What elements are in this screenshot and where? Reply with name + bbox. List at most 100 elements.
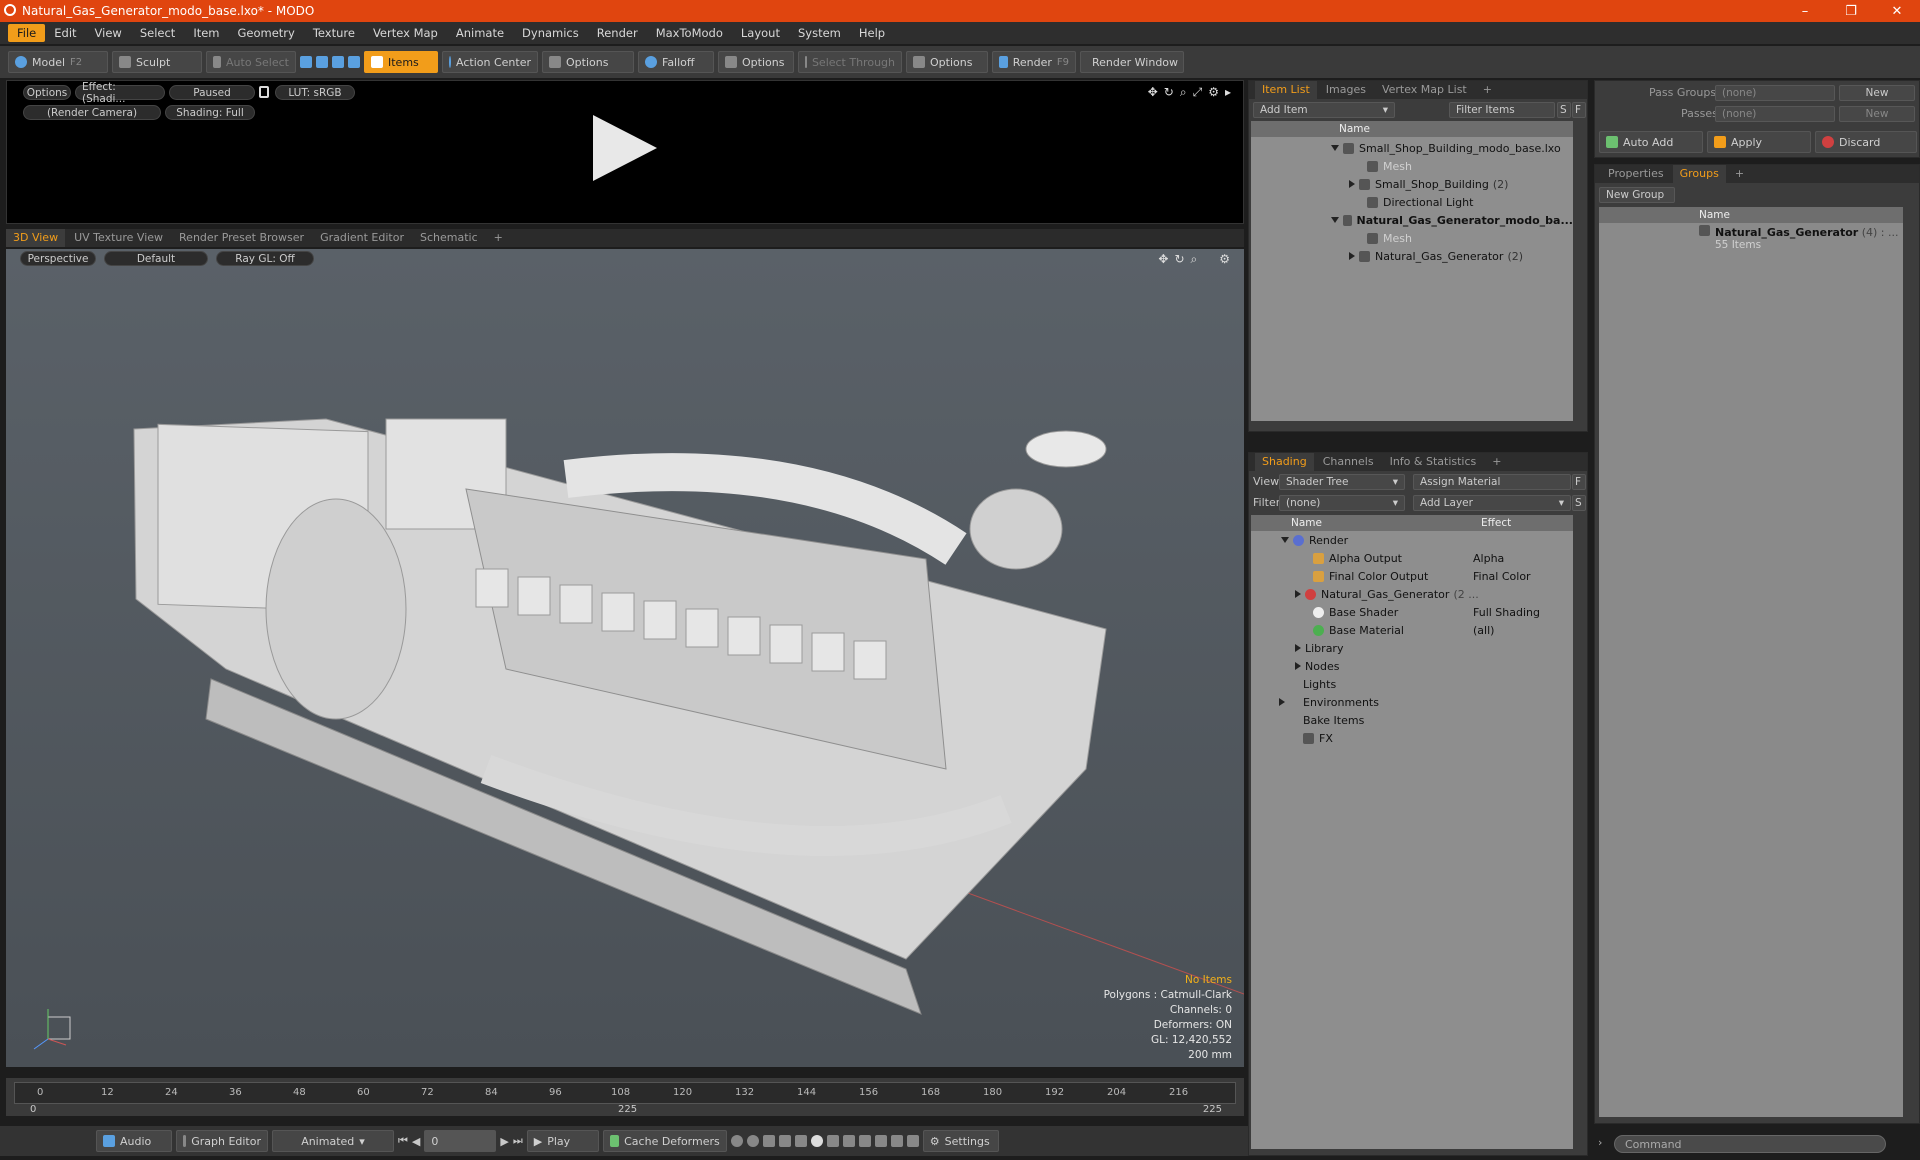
menu-vertex-map[interactable]: Vertex Map bbox=[364, 24, 447, 42]
shader-row[interactable]: Render bbox=[1251, 531, 1573, 549]
preview-paused-button[interactable]: Paused bbox=[169, 85, 255, 100]
discard-button[interactable]: Discard bbox=[1815, 131, 1917, 153]
apply-button[interactable]: Apply bbox=[1707, 131, 1811, 153]
falloff-button[interactable]: Falloff bbox=[638, 51, 714, 73]
tab-info-statistics[interactable]: Info & Statistics bbox=[1383, 453, 1484, 471]
assign-material-button[interactable]: Assign Material bbox=[1413, 474, 1571, 490]
play-icon[interactable] bbox=[593, 115, 657, 181]
expand-icon[interactable] bbox=[1281, 537, 1289, 543]
play-button[interactable]: ▶ Play bbox=[526, 1130, 599, 1152]
tab-vertex-map-list[interactable]: Vertex Map List bbox=[1375, 81, 1474, 99]
materials-mode-icon[interactable] bbox=[348, 56, 360, 68]
tree-row[interactable]: Directional Light bbox=[1251, 193, 1573, 211]
passes-dropdown[interactable]: (none) bbox=[1715, 106, 1835, 122]
expand-icon[interactable] bbox=[1295, 662, 1301, 670]
menu-texture[interactable]: Texture bbox=[304, 24, 364, 42]
preview-effect-dropdown[interactable]: Effect: (Shadi... bbox=[75, 81, 165, 105]
key-all-icon[interactable] bbox=[826, 1135, 839, 1147]
filter-icon[interactable] bbox=[906, 1135, 919, 1147]
menu-item[interactable]: Item bbox=[184, 24, 228, 42]
model-mode-button[interactable]: Model F2 bbox=[8, 51, 108, 73]
menu-dynamics[interactable]: Dynamics bbox=[513, 24, 588, 42]
prev-key-icon[interactable] bbox=[762, 1135, 775, 1147]
action-center-button[interactable]: Action Center bbox=[442, 51, 538, 73]
loop-icon[interactable] bbox=[874, 1135, 887, 1147]
shader-row[interactable]: Base Shader Full Shading bbox=[1251, 603, 1573, 621]
close-button[interactable]: ✕ bbox=[1874, 0, 1920, 22]
shader-row[interactable]: Natural_Gas_Generator (2 ... bbox=[1251, 585, 1573, 603]
tab-item-list[interactable]: Item List bbox=[1255, 81, 1317, 99]
auto-key-icon[interactable] bbox=[746, 1135, 759, 1147]
filter-f-button[interactable]: F bbox=[1572, 474, 1586, 490]
step-forward-icon[interactable]: ▶ bbox=[500, 1135, 508, 1148]
sync-icon[interactable] bbox=[890, 1135, 903, 1147]
sculpt-mode-button[interactable]: Sculpt bbox=[112, 51, 202, 73]
add-tab-button[interactable]: + bbox=[487, 229, 510, 247]
items-mode-button[interactable]: Items bbox=[364, 51, 438, 73]
command-input[interactable]: Command bbox=[1614, 1135, 1886, 1153]
next-frame-icon[interactable] bbox=[858, 1135, 871, 1147]
shader-row[interactable]: Nodes bbox=[1251, 657, 1573, 675]
tree-row[interactable]: Small_Shop_Building (2) bbox=[1251, 175, 1573, 193]
row-effect[interactable]: Final Color bbox=[1473, 570, 1531, 583]
add-item-dropdown[interactable]: Add Item ▾ bbox=[1253, 102, 1395, 118]
filter-f-button[interactable]: F bbox=[1572, 102, 1586, 118]
menu-geometry[interactable]: Geometry bbox=[229, 24, 304, 42]
expand-icon[interactable] bbox=[1295, 644, 1301, 652]
menu-maxtomodo[interactable]: MaxToModo bbox=[647, 24, 732, 42]
prev-frame-icon[interactable] bbox=[842, 1135, 855, 1147]
render-preview[interactable]: Options Effect: (Shadi... Paused LUT: sR… bbox=[6, 80, 1244, 224]
menu-edit[interactable]: Edit bbox=[45, 24, 85, 42]
preview-shading-dropdown[interactable]: Shading: Full bbox=[165, 105, 255, 120]
name-column-header[interactable]: Name bbox=[1291, 517, 1481, 529]
arrow-right-icon[interactable]: ▸ bbox=[1225, 85, 1231, 100]
filter-items-input[interactable]: Filter Items bbox=[1449, 102, 1555, 118]
tree-row[interactable]: Mesh bbox=[1251, 157, 1573, 175]
record-key-icon[interactable] bbox=[730, 1135, 743, 1147]
select-through-button[interactable]: Select Through bbox=[798, 51, 902, 73]
expand-icon[interactable] bbox=[1331, 145, 1339, 151]
cache-deformers-button[interactable]: Cache Deformers bbox=[602, 1130, 727, 1152]
gear-icon[interactable]: ⚙ bbox=[1208, 85, 1219, 100]
lock-icon[interactable] bbox=[259, 86, 269, 98]
group-item[interactable]: Natural_Gas_Generator (4) : ... 55 Items bbox=[1699, 225, 1899, 251]
effect-column-header[interactable]: Effect bbox=[1481, 517, 1511, 529]
search-s-button[interactable]: S bbox=[1557, 102, 1571, 118]
tab-images[interactable]: Images bbox=[1319, 81, 1373, 99]
shader-row[interactable]: Final Color Output Final Color bbox=[1251, 567, 1573, 585]
edges-mode-icon[interactable] bbox=[316, 56, 328, 68]
preview-camera-dropdown[interactable]: (Render Camera) bbox=[23, 105, 161, 120]
add-layer-dropdown[interactable]: Add Layer ▾ bbox=[1413, 495, 1571, 511]
add-tab-button[interactable]: + bbox=[1485, 453, 1508, 471]
record-icon[interactable] bbox=[810, 1135, 823, 1147]
key-icon[interactable] bbox=[794, 1135, 807, 1147]
name-column-header[interactable]: Name bbox=[1339, 123, 1370, 135]
tab-shading[interactable]: Shading bbox=[1255, 453, 1314, 471]
groups-list[interactable]: Name Natural_Gas_Generator (4) : ... 55 … bbox=[1599, 207, 1903, 1117]
timeline-ruler[interactable]: 0 12 24 36 48 60 72 84 96 108 120 132 14… bbox=[14, 1082, 1236, 1104]
expand-icon[interactable] bbox=[1331, 217, 1339, 223]
audio-button[interactable]: Audio bbox=[96, 1130, 172, 1152]
menu-animate[interactable]: Animate bbox=[447, 24, 513, 42]
add-tab-button[interactable]: + bbox=[1728, 165, 1751, 183]
expand-icon[interactable] bbox=[1349, 180, 1355, 188]
shader-row[interactable]: Bake Items bbox=[1251, 711, 1573, 729]
render-button[interactable]: Render F9 bbox=[992, 51, 1076, 73]
vertices-mode-icon[interactable] bbox=[300, 56, 312, 68]
skip-to-end-icon[interactable]: ⏭ bbox=[513, 1134, 523, 1148]
tree-row[interactable]: Natural_Gas_Generator (2) bbox=[1251, 247, 1573, 265]
select-through-options-button[interactable]: Options bbox=[906, 51, 988, 73]
name-column-header[interactable]: Name bbox=[1699, 209, 1730, 221]
menu-render[interactable]: Render bbox=[588, 24, 647, 42]
expand-icon[interactable] bbox=[1279, 698, 1285, 706]
range-end[interactable]: 225 bbox=[1203, 1104, 1222, 1115]
row-effect[interactable]: Full Shading bbox=[1473, 606, 1540, 619]
tree-row[interactable]: Mesh bbox=[1251, 229, 1573, 247]
menu-view[interactable]: View bbox=[86, 24, 131, 42]
search-s-button[interactable]: S bbox=[1572, 495, 1586, 511]
tab-render-preset-browser[interactable]: Render Preset Browser bbox=[172, 229, 311, 247]
shader-row[interactable]: FX bbox=[1251, 729, 1573, 747]
menu-help[interactable]: Help bbox=[850, 24, 894, 42]
auto-select-button[interactable]: Auto Select bbox=[206, 51, 296, 73]
maximize-view-icon[interactable]: ⤢ bbox=[1193, 85, 1203, 100]
